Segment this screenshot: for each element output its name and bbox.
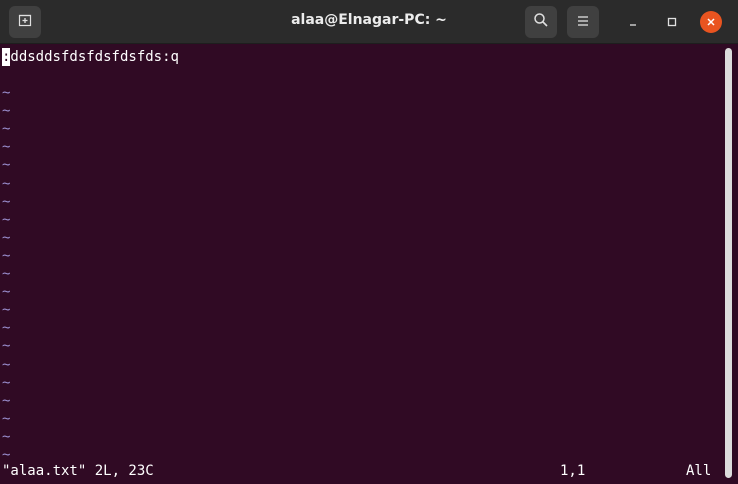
terminal-window: alaa@Elnagar-PC: ~:ddsddsfdsfdsfdsfds:q… [0, 0, 738, 484]
empty-line-tilde: ~ [2, 247, 11, 264]
new-tab-icon [17, 12, 33, 32]
close-icon [705, 13, 717, 32]
search-icon [533, 12, 549, 32]
status-file-info: "alaa.txt" 2L, 23C [2, 463, 154, 479]
empty-line-tilde: ~ [2, 157, 11, 174]
empty-line-tilde: ~ [2, 103, 11, 120]
search-button[interactable] [525, 6, 557, 38]
minimize-button[interactable] [622, 11, 644, 33]
empty-line-tilde: ~ [2, 121, 11, 138]
close-button[interactable] [700, 11, 722, 33]
new-tab-button[interactable] [9, 6, 41, 38]
empty-line-tilde: ~ [2, 139, 11, 156]
maximize-button[interactable] [661, 11, 683, 33]
empty-line-tilde: ~ [2, 266, 11, 282]
empty-line-tilde: ~ [2, 356, 11, 373]
empty-line-tilde: ~ [2, 193, 11, 210]
editor-line-text: ddsddsfdsfdsfdsfds:q [10, 49, 179, 65]
minimize-icon [627, 13, 639, 32]
empty-line-tilde: ~ [2, 428, 11, 445]
empty-line-tilde: ~ [2, 392, 11, 409]
scrollbar[interactable] [725, 48, 732, 478]
menu-button[interactable] [567, 6, 599, 38]
hamburger-menu-icon [576, 13, 590, 32]
empty-line-tilde: ~ [2, 229, 11, 246]
editor-line-1: :ddsddsfdsfdsfdsfds:q [2, 48, 179, 66]
empty-line-tilde: ~ [2, 374, 11, 391]
terminal-content[interactable]: :ddsddsfdsfdsfdsfds:q ~ ~ ~ ~ ~ ~ ~ ~ ~ ~ ~ ~ ~ ~ ~ ~ ~ ~… [0, 44, 738, 484]
empty-line-tilde: ~ [2, 85, 11, 101]
empty-line-tilde: ~ [2, 338, 11, 355]
status-cursor-position: 1,1 [560, 463, 586, 479]
empty-line-tilde: ~ [2, 284, 11, 301]
empty-line-tilde: ~ [2, 302, 11, 319]
empty-line-tilde: ~ [2, 211, 11, 228]
status-scroll-indicator: All [686, 463, 712, 479]
empty-line-tilde: ~ [2, 410, 11, 427]
empty-line-tilde: ~ [2, 320, 11, 337]
maximize-icon [666, 13, 678, 32]
empty-line-tilde: ~ [2, 175, 11, 192]
title-bar: alaa@Elnagar-PC: ~ [0, 0, 738, 44]
